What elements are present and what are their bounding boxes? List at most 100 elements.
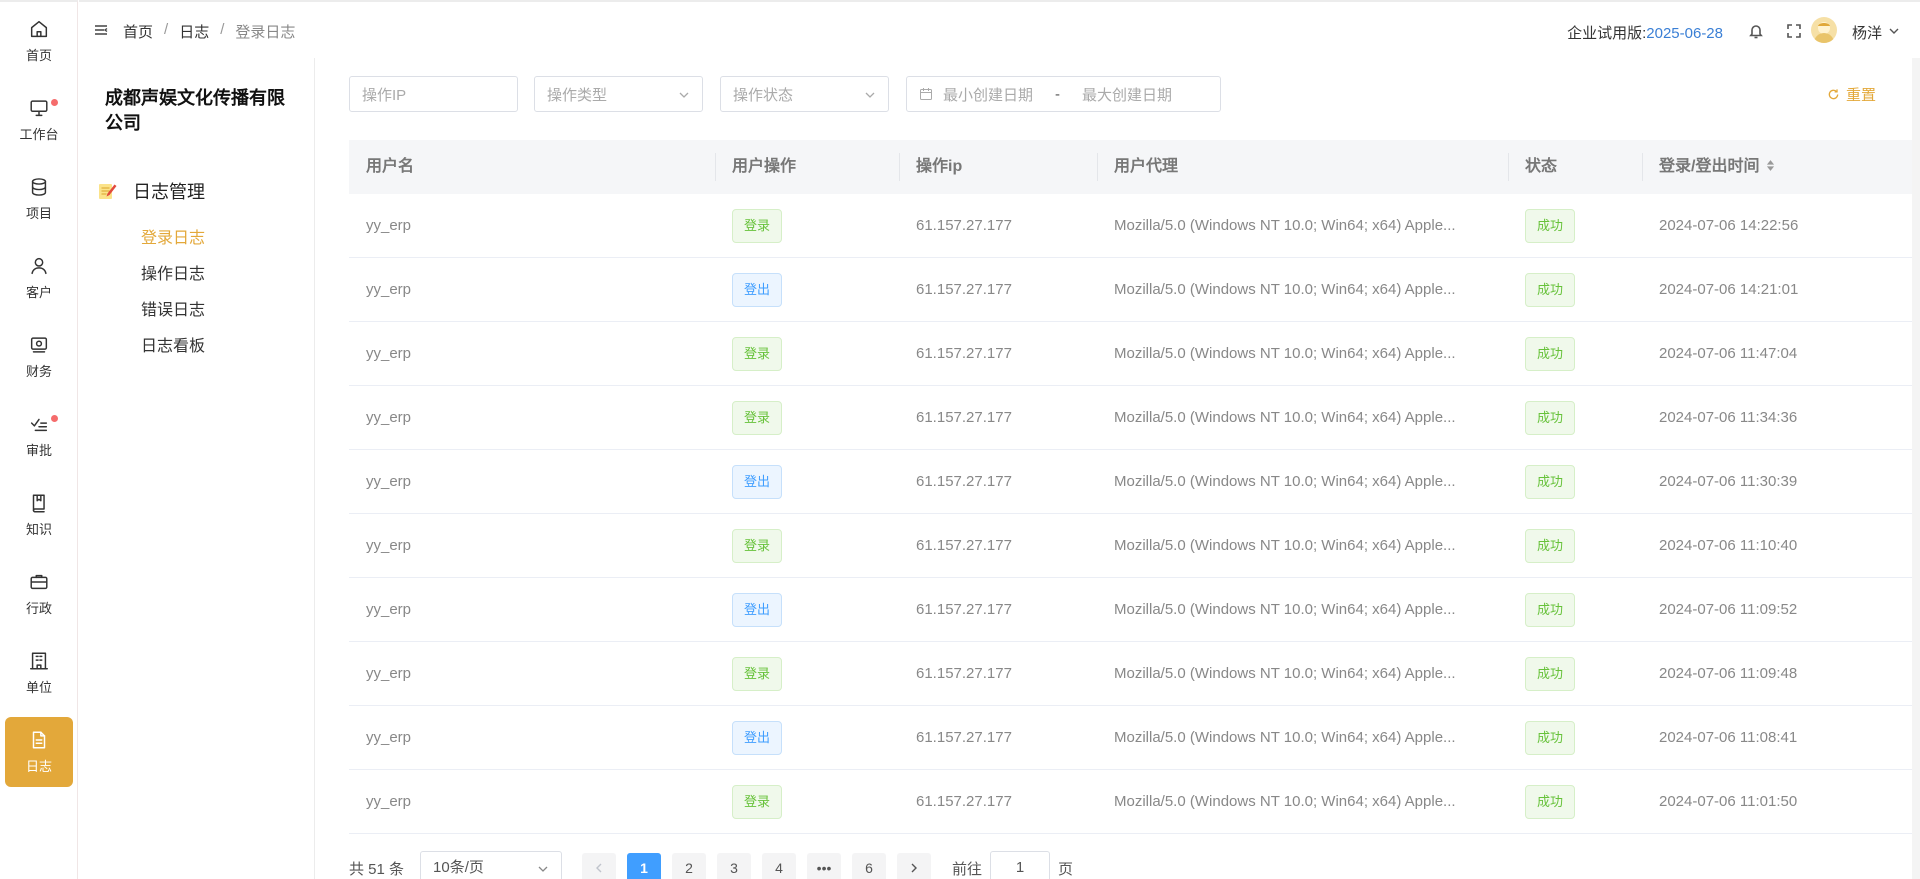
cell-username: yy_erp	[366, 409, 412, 426]
briefcase-icon	[30, 574, 48, 590]
prev-page-button[interactable]	[582, 853, 617, 879]
avatar[interactable]	[1811, 17, 1837, 43]
document-icon	[32, 731, 46, 749]
cell-ip: 61.157.27.177	[916, 409, 1012, 426]
database-icon	[31, 178, 47, 196]
ip-filter-input[interactable]: 操作IP	[349, 76, 518, 112]
table-row: yy_erp 登录 61.157.27.177 Mozilla/5.0 (Window…	[349, 642, 1920, 706]
rail-item-finance[interactable]: 财务	[5, 322, 73, 392]
column-header-label: 登录/登出时间	[1659, 158, 1760, 175]
cell-time: 2024-07-06 11:01:50	[1659, 793, 1798, 810]
page-size-select[interactable]: 10条/页	[420, 851, 563, 879]
cell-time: 2024-07-06 11:34:36	[1659, 409, 1798, 426]
building-icon	[30, 652, 48, 670]
trial-label: 企业试用版:	[1567, 25, 1647, 42]
action-badge: 登出	[732, 273, 783, 307]
cell-ip: 61.157.27.177	[916, 793, 1012, 810]
status-badge: 成功	[1525, 273, 1576, 307]
cell-username: yy_erp	[366, 473, 412, 490]
rail-item-approve[interactable]: 审批	[5, 401, 73, 471]
cell-user-agent: Mozilla/5.0 (Windows NT 10.0; Win64; x64…	[1114, 345, 1456, 362]
rail-item-monitor[interactable]: 工作台	[5, 85, 73, 155]
submenu-item-3[interactable]: 日志看板	[141, 332, 205, 356]
submenu-item-2[interactable]: 错误日志	[141, 296, 205, 320]
column-divider[interactable]	[1508, 153, 1509, 181]
status-badge: 成功	[1525, 465, 1576, 499]
cell-ip: 61.157.27.177	[916, 217, 1012, 234]
rail-item-book[interactable]: 知识	[5, 480, 73, 550]
cell-username: yy_erp	[366, 345, 412, 362]
menu-group-log-management[interactable]: 日志管理	[97, 178, 205, 204]
trial-date: 2025-06-28	[1646, 25, 1723, 42]
column-divider[interactable]	[1642, 153, 1643, 181]
chevron-down-icon	[538, 866, 548, 872]
chevron-left-icon	[596, 863, 602, 873]
rail-item-document[interactable]: 日志	[5, 717, 73, 787]
more-pages-button[interactable]: •••	[807, 853, 842, 879]
cell-user-agent: Mozilla/5.0 (Windows NT 10.0; Win64; x64…	[1114, 217, 1456, 234]
user-icon	[31, 257, 47, 275]
action-badge: 登录	[732, 337, 783, 371]
column-header-5[interactable]: 登录/登出时间	[1659, 140, 1775, 194]
chevron-down-icon[interactable]	[1888, 25, 1900, 37]
table-row: yy_erp 登录 61.157.27.177 Mozilla/5.0 (Window…	[349, 514, 1920, 578]
breadcrumb-log[interactable]: 日志	[179, 21, 209, 42]
breadcrumb-home[interactable]: 首页	[123, 21, 153, 42]
cell-time: 2024-07-06 11:47:04	[1659, 345, 1798, 362]
approve-icon	[30, 418, 48, 432]
username[interactable]: 杨洋	[1852, 22, 1882, 43]
rail-item-user[interactable]: 客户	[5, 243, 73, 313]
rail-item-briefcase[interactable]: 行政	[5, 559, 73, 629]
goto-page-input[interactable]: 1	[990, 851, 1051, 879]
column-header-label: 用户操作	[732, 158, 797, 175]
vertical-scrollbar[interactable]	[1912, 58, 1920, 879]
table-header: 用户名 用户操作 操作ip 用户代理 状态 登录/登出时间	[349, 140, 1920, 194]
bell-icon[interactable]	[1747, 22, 1765, 40]
rail-item-home[interactable]: 首页	[5, 6, 73, 76]
column-header-label: 状态	[1525, 158, 1558, 175]
reset-button[interactable]: 重置	[1827, 84, 1876, 105]
rail-item-label: 工作台	[19, 127, 59, 142]
next-page-button[interactable]	[897, 853, 932, 879]
rail-item-label: 审批	[25, 443, 52, 458]
cell-ip: 61.157.27.177	[916, 729, 1012, 746]
calendar-icon	[920, 88, 932, 100]
page-button-1[interactable]: 1	[627, 853, 662, 879]
cell-username: yy_erp	[366, 729, 412, 746]
page-button-2[interactable]: 2	[672, 853, 707, 879]
submenu-item-0[interactable]: 登录日志	[141, 224, 205, 248]
fullscreen-icon[interactable]	[1785, 22, 1803, 40]
column-divider[interactable]	[715, 153, 716, 181]
sort-icon[interactable]	[1766, 159, 1775, 172]
cell-time: 2024-07-06 11:30:39	[1659, 473, 1798, 490]
cell-ip: 61.157.27.177	[916, 601, 1012, 618]
cell-user-agent: Mozilla/5.0 (Windows NT 10.0; Win64; x64…	[1114, 601, 1456, 618]
cell-user-agent: Mozilla/5.0 (Windows NT 10.0; Win64; x64…	[1114, 409, 1456, 426]
cell-user-agent: Mozilla/5.0 (Windows NT 10.0; Win64; x64…	[1114, 729, 1456, 746]
column-divider[interactable]	[1097, 153, 1098, 181]
rail-item-building[interactable]: 单位	[5, 638, 73, 708]
cell-user-agent: Mozilla/5.0 (Windows NT 10.0; Win64; x64…	[1114, 281, 1456, 298]
status-filter-select[interactable]: 操作状态	[720, 76, 889, 112]
page-suffix: 页	[1058, 860, 1074, 878]
date-end-placeholder: 最大创建日期	[1082, 86, 1173, 104]
menu-toggle-icon[interactable]	[93, 22, 109, 38]
secondary-sidebar: 成都声娱文化传播有限公司 日志管理 登录日志 操作日志 错误日志 日志看板	[79, 58, 315, 879]
chevron-down-icon	[679, 92, 689, 98]
reset-label: 重置	[1845, 87, 1876, 104]
page-button-3[interactable]: 3	[717, 853, 752, 879]
notification-dot	[51, 415, 58, 422]
status-filter-placeholder: 操作状态	[733, 86, 794, 104]
column-divider[interactable]	[899, 153, 900, 181]
rail-item-database[interactable]: 项目	[5, 164, 73, 234]
submenu-item-1[interactable]: 操作日志	[141, 260, 205, 284]
rail-item-label: 客户	[25, 285, 52, 300]
column-header-1: 用户操作	[732, 140, 796, 194]
page-button-6[interactable]: 6	[852, 853, 887, 879]
table-row: yy_erp 登出 61.157.27.177 Mozilla/5.0 (Window…	[349, 450, 1920, 514]
chevron-down-icon	[865, 92, 875, 98]
type-filter-select[interactable]: 操作类型	[534, 76, 703, 112]
table-row: yy_erp 登录 61.157.27.177 Mozilla/5.0 (Window…	[349, 386, 1920, 450]
page-button-4[interactable]: 4	[762, 853, 797, 879]
date-range-picker[interactable]: 最小创建日期 - 最大创建日期	[906, 76, 1221, 112]
